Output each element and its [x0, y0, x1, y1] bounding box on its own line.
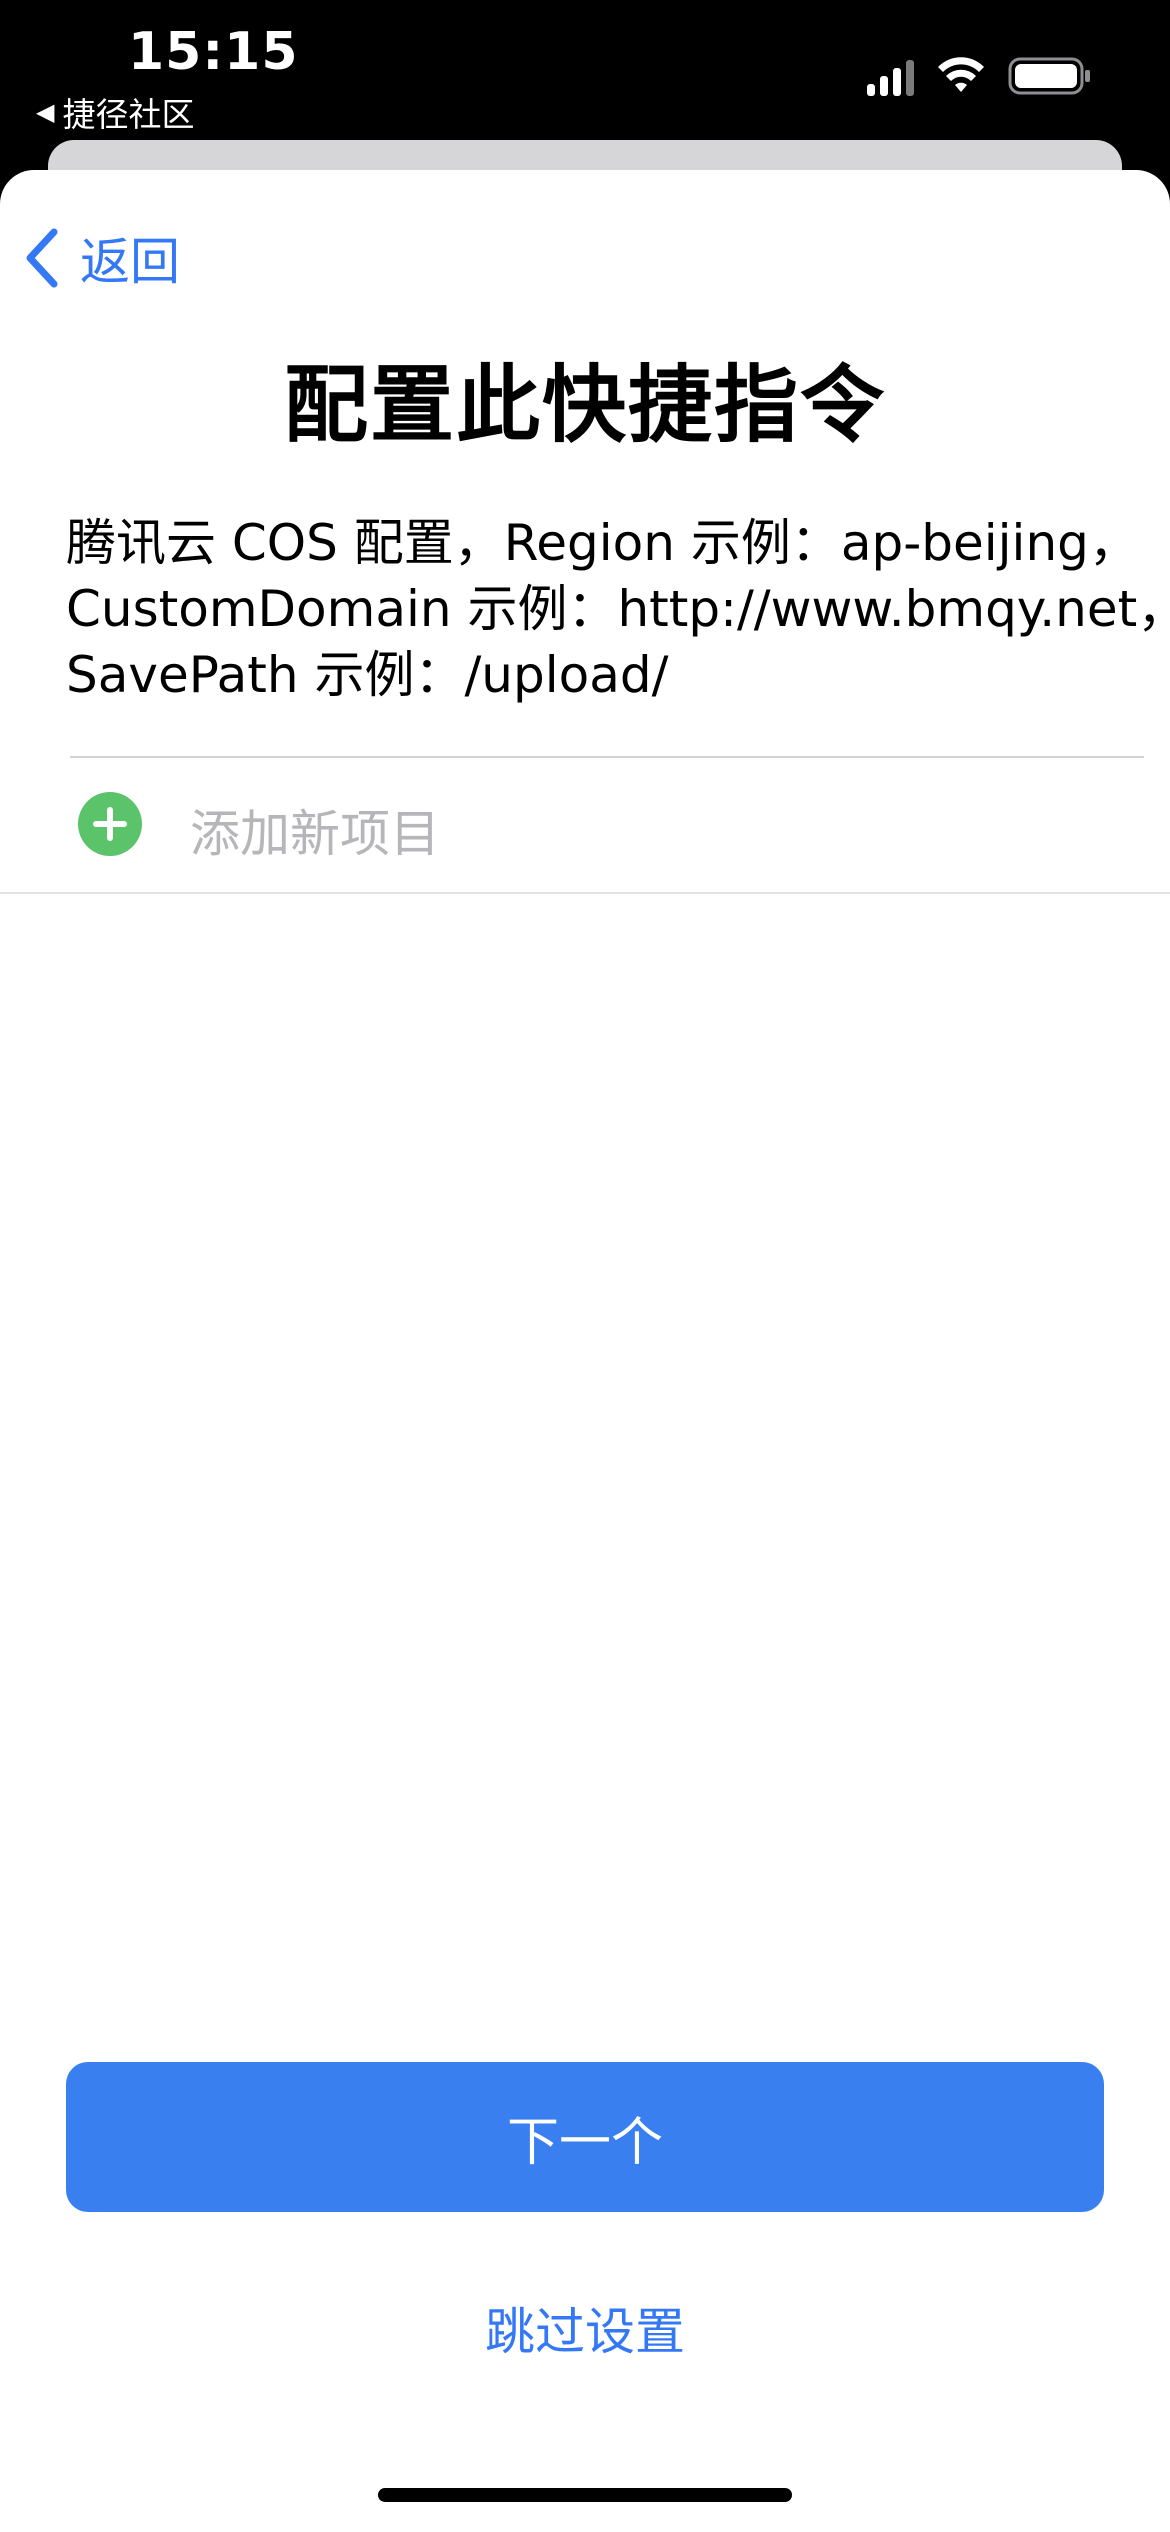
configuration-sheet: 返回 配置此快捷指令 腾讯云 COS 配置，Region 示例：ap-beiji…: [0, 170, 1170, 2532]
screen: 15:15 ◀ 捷径社区 返回 配置此快捷指令 腾讯云 COS 配置，Regio…: [0, 0, 1170, 2532]
back-app-label: 捷径社区: [62, 95, 195, 134]
back-label: 返回: [80, 233, 180, 291]
skip-setup-button[interactable]: 跳过设置: [0, 2292, 1170, 2364]
status-time: 15:15: [128, 22, 299, 82]
cellular-signal-icon: [867, 56, 914, 96]
page-title: 配置此快捷指令: [283, 356, 886, 454]
add-new-item-label: 添加新项目: [190, 805, 440, 863]
back-to-app-link[interactable]: ◀ 捷径社区: [36, 88, 194, 136]
description-line: CustomDomain 示例：http://www.bmqy.net，: [66, 580, 1170, 638]
status-icons: [867, 56, 1092, 96]
next-button[interactable]: 下一个: [66, 2062, 1104, 2212]
description-line: SavePath 示例：/upload/: [66, 646, 669, 704]
home-indicator[interactable]: [378, 2488, 792, 2502]
description-text: 腾讯云 COS 配置，Region 示例：ap-beijing， CustomD…: [66, 510, 1170, 708]
add-circle-icon: [78, 792, 142, 856]
divider: [0, 892, 1170, 894]
back-button[interactable]: 返回: [24, 222, 180, 294]
wifi-icon: [938, 57, 984, 92]
description-line: 腾讯云 COS 配置，Region 示例：ap-beijing，: [66, 514, 1139, 572]
back-triangle-icon: ◀: [36, 98, 55, 126]
add-new-item-row[interactable]: 添加新项目: [0, 758, 1170, 892]
battery-icon: [1008, 57, 1090, 95]
chevron-left-icon: [26, 228, 58, 288]
